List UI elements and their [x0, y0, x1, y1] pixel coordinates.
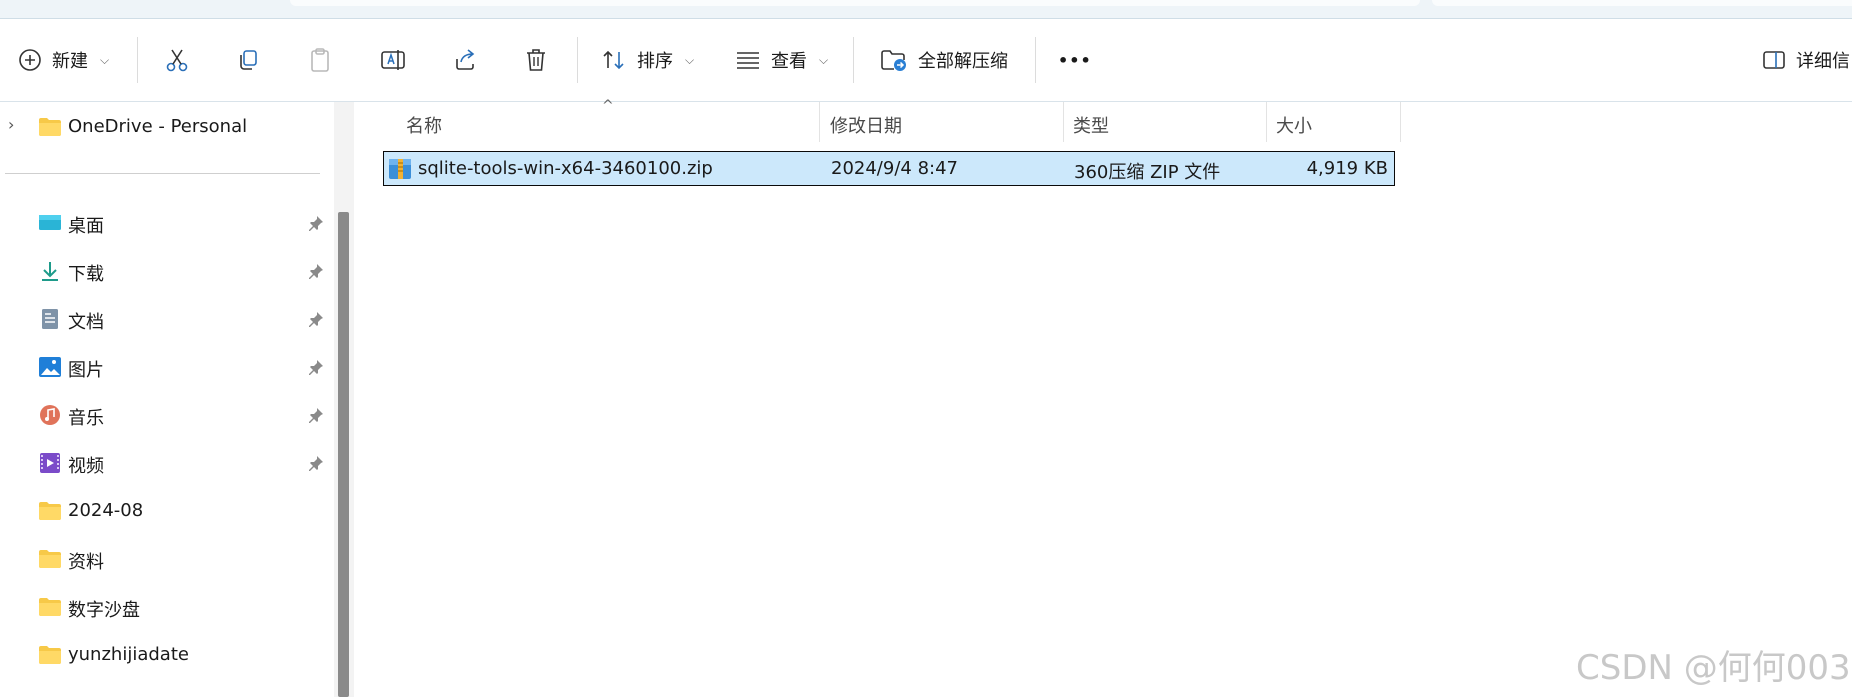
- sidebar-item-videos[interactable]: 视频: [0, 443, 336, 483]
- pin-icon[interactable]: [308, 215, 324, 231]
- sidebar-item-folder-sandbox[interactable]: 数字沙盘: [0, 587, 336, 627]
- trash-icon: [527, 49, 545, 71]
- download-icon: [42, 262, 58, 281]
- pin-icon[interactable]: [308, 407, 324, 423]
- rename-button[interactable]: [380, 19, 406, 101]
- details-pane-button[interactable]: 详细信: [1762, 19, 1850, 101]
- extract-all-button[interactable]: 全部解压缩: [880, 19, 1008, 101]
- sidebar-item-downloads[interactable]: 下载: [0, 251, 336, 291]
- chevron-down-icon: ⌵: [685, 52, 695, 67]
- view-button-label: 查看: [771, 51, 807, 72]
- sidebar-item-music[interactable]: 音乐: [0, 395, 336, 435]
- sidebar-item-label: 数字沙盘: [68, 600, 140, 621]
- file-size: 4,919 KB: [1306, 158, 1388, 179]
- column-header-row: 名称 修改日期 类型 大小: [388, 102, 1401, 142]
- desktop-icon: [39, 215, 61, 230]
- pin-icon[interactable]: [308, 359, 324, 375]
- sidebar-item-pictures[interactable]: 图片: [0, 347, 336, 387]
- table-row[interactable]: sqlite-tools-win-x64-3460100.zip 2024/9/…: [383, 151, 1395, 186]
- extract-all-label: 全部解压缩: [918, 51, 1008, 72]
- music-icon: [40, 405, 60, 425]
- list-view-icon: [737, 52, 759, 69]
- sidebar-item-label: 音乐: [68, 408, 104, 429]
- chevron-down-icon: ⌵: [819, 52, 829, 67]
- view-button[interactable]: 查看 ⌵: [735, 19, 828, 101]
- command-bar: 新建 ⌵ 排序 ⌵ 查看 ⌵ 全部解压缩 ••• 详细信: [0, 19, 1852, 102]
- details-pane-label: 详细信: [1796, 51, 1850, 72]
- navigation-pane: › OneDrive - Personal 桌面 下载 文档 图片 音乐 视频 …: [0, 102, 336, 697]
- window-top-strip: [0, 0, 1852, 19]
- sidebar-item-label: 文档: [68, 312, 104, 333]
- folder-icon: [39, 502, 61, 520]
- pin-icon[interactable]: [308, 263, 324, 279]
- column-header-name[interactable]: 名称: [406, 112, 442, 138]
- column-header-size[interactable]: 大小: [1276, 112, 1312, 138]
- sidebar-item-label: yunzhijiadate: [68, 644, 189, 665]
- file-type: 360压缩 ZIP 文件: [1074, 162, 1221, 183]
- sidebar-item-desktop[interactable]: 桌面: [0, 203, 336, 243]
- copy-button[interactable]: [236, 19, 260, 101]
- scissors-icon: [166, 49, 188, 72]
- copy-icon: [240, 50, 257, 70]
- chevron-down-icon: ⌵: [100, 52, 110, 67]
- pin-icon[interactable]: [308, 455, 324, 471]
- sidebar-item-documents[interactable]: 文档: [0, 299, 336, 339]
- file-modified: 2024/9/4 8:47: [831, 158, 958, 179]
- clipboard-icon: [311, 48, 329, 72]
- toolbar-divider: [137, 37, 138, 83]
- sidebar-item-onedrive[interactable]: › OneDrive - Personal: [0, 107, 336, 147]
- sidebar-item-label: 图片: [68, 360, 104, 381]
- document-icon: [42, 309, 58, 329]
- sidebar-scrollbar-thumb[interactable]: [338, 212, 349, 697]
- pin-icon[interactable]: [308, 311, 324, 327]
- details-pane-icon: [1763, 51, 1785, 69]
- share-button[interactable]: [452, 19, 478, 101]
- address-bar-edge[interactable]: [290, 0, 1420, 6]
- sort-button[interactable]: 排序 ⌵: [601, 19, 694, 101]
- watermark: CSDN @何何003: [1576, 648, 1851, 688]
- sidebar-item-label: 下载: [68, 264, 104, 285]
- folder-icon: [39, 550, 61, 568]
- column-resize-handle[interactable]: [1400, 102, 1401, 142]
- more-options-button[interactable]: •••: [1058, 19, 1092, 101]
- folder-icon: [39, 118, 61, 136]
- extract-folder-icon: [881, 50, 906, 71]
- folder-icon: [39, 646, 61, 664]
- file-name: sqlite-tools-win-x64-3460100.zip: [418, 158, 713, 179]
- toolbar-divider: [577, 37, 578, 83]
- sidebar-item-label: 桌面: [68, 216, 104, 237]
- column-resize-handle[interactable]: [819, 102, 820, 142]
- search-box-edge[interactable]: [1432, 0, 1852, 6]
- sidebar-item-folder-2024-08[interactable]: 2024-08: [0, 491, 336, 531]
- sidebar-item-label: 2024-08: [68, 500, 144, 521]
- new-button-label: 新建: [52, 51, 88, 72]
- paste-button[interactable]: [308, 19, 332, 101]
- sidebar-item-label: 资料: [68, 552, 104, 573]
- delete-button[interactable]: [524, 19, 548, 101]
- column-header-type[interactable]: 类型: [1073, 112, 1109, 138]
- video-icon: [40, 453, 60, 473]
- plus-circle-icon: [19, 49, 41, 71]
- chevron-right-icon[interactable]: ›: [8, 115, 14, 134]
- toolbar-divider: [853, 37, 854, 83]
- column-resize-handle[interactable]: [1266, 102, 1267, 142]
- sidebar-item-label: 视频: [68, 456, 104, 477]
- sort-button-label: 排序: [637, 51, 673, 72]
- toolbar-divider: [1035, 37, 1036, 83]
- column-resize-handle[interactable]: [1063, 102, 1064, 142]
- zip-archive-icon: [389, 159, 411, 179]
- pictures-icon: [39, 357, 61, 377]
- sort-icon: [603, 50, 624, 70]
- sidebar-item-folder-yunzhijiadate[interactable]: yunzhijiadate: [0, 635, 336, 675]
- column-header-modified[interactable]: 修改日期: [830, 112, 902, 138]
- more-icon: •••: [1058, 50, 1092, 70]
- folder-icon: [39, 598, 61, 616]
- new-button[interactable]: 新建 ⌵: [18, 19, 109, 101]
- share-icon: [456, 49, 475, 70]
- cut-button[interactable]: [164, 19, 190, 101]
- sidebar-item-folder-materials[interactable]: 资料: [0, 539, 336, 579]
- sidebar-divider: [5, 173, 320, 174]
- sidebar-item-label: OneDrive - Personal: [68, 116, 248, 137]
- rename-icon: [381, 50, 405, 70]
